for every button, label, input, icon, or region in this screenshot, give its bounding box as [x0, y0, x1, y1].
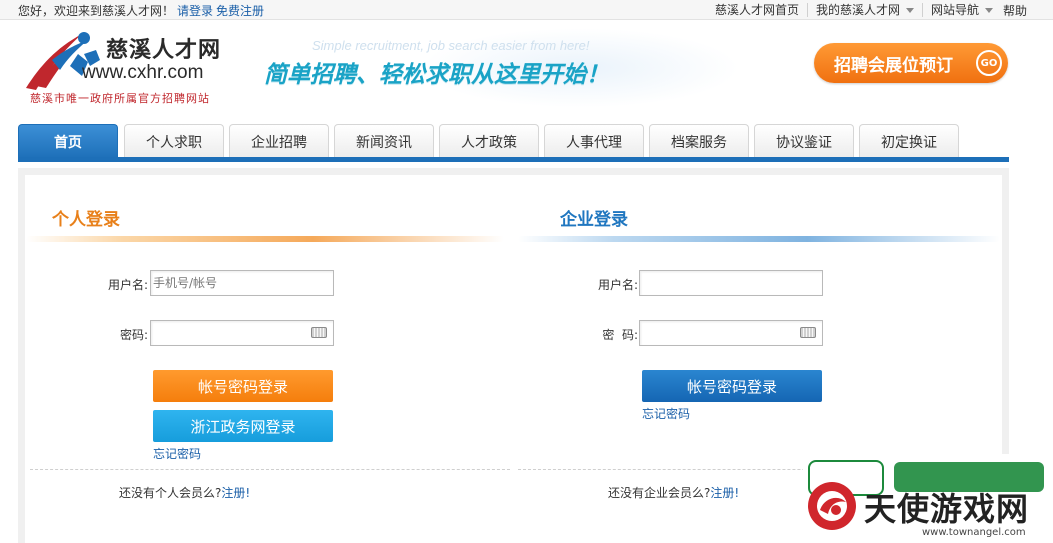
site-nav-menu[interactable]: 网站导航 [921, 3, 1001, 17]
home-link-label: 慈溪人才网首页 [714, 3, 799, 17]
personal-register-text: 还没有个人会员么? [119, 486, 222, 500]
personal-register-link[interactable]: 注册! [221, 486, 250, 500]
company-forgot-password-link[interactable]: 忘记密码 [642, 405, 690, 422]
company-register-link[interactable]: 注册! [710, 486, 739, 500]
my-account-label: 我的慈溪人才网 [815, 3, 900, 17]
personal-login-title: 个人登录 [52, 210, 120, 230]
main-nav: 首页 个人求职 企业招聘 新闻资讯 人才政策 人事代理 档案服务 协议鉴证 初定… [18, 124, 1009, 162]
watermark-logo-icon [808, 482, 856, 530]
nav-underline [18, 157, 1009, 162]
top-bar-links: 慈溪人才网首页 我的慈溪人才网 网站导航 [707, 0, 1001, 20]
personal-divider [30, 469, 510, 470]
watermark-url: www.townangel.com [922, 527, 1026, 538]
banner-english-text: Simple recruitment, job search easier fr… [312, 38, 590, 53]
keyboard-icon[interactable] [311, 327, 327, 338]
personal-password-label: 密码: [119, 328, 148, 342]
zhejiang-gov-login-button[interactable]: 浙江政务网登录 [153, 410, 333, 442]
site-slogan: 慈溪市唯一政府所属官方招聘网站 [30, 92, 210, 105]
company-title-rule [518, 236, 1000, 242]
go-icon: GO [976, 50, 1002, 76]
site-url: www.cxhr.com [82, 62, 204, 83]
banner-chinese-text: 简单招聘、轻松求职从这里开始！ [264, 62, 609, 88]
chevron-down-icon [985, 7, 993, 13]
tab-employer[interactable]: 企业招聘 [229, 124, 329, 158]
company-username-label: 用户名: [597, 278, 638, 292]
personal-password-input[interactable] [150, 320, 334, 346]
company-login-title: 企业登录 [560, 210, 628, 230]
expo-booking-button[interactable]: 招聘会展位预订 GO [814, 43, 1008, 83]
keyboard-icon[interactable] [800, 327, 816, 338]
help-link[interactable]: 帮助 [1003, 2, 1027, 19]
my-account-menu[interactable]: 我的慈溪人才网 [806, 3, 922, 17]
tab-talent-policy[interactable]: 人才政策 [439, 124, 539, 158]
company-password-input[interactable] [639, 320, 823, 346]
company-password-label: 密 码: [602, 328, 638, 342]
company-username-input[interactable] [639, 270, 823, 296]
personal-username-label: 用户名: [107, 278, 148, 292]
personal-login-button[interactable]: 帐号密码登录 [153, 370, 333, 402]
tab-certificate[interactable]: 初定换证 [859, 124, 959, 158]
site-name: 慈溪人才网 [106, 37, 222, 63]
login-link[interactable]: 请登录 [177, 4, 213, 18]
personal-username-input[interactable] [150, 270, 334, 296]
company-register-text: 还没有企业会员么? [608, 486, 711, 500]
tab-home[interactable]: 首页 [18, 124, 118, 159]
tab-agreement[interactable]: 协议鉴证 [754, 124, 854, 158]
tab-news[interactable]: 新闻资讯 [334, 124, 434, 158]
register-link[interactable]: 免费注册 [216, 4, 264, 18]
watermark-text: 天使游戏网 [864, 490, 1030, 528]
top-bar-greeting-group: 您好，欢迎来到慈溪人才网！ 请登录 免费注册 [18, 2, 264, 19]
site-nav-label: 网站导航 [930, 3, 979, 17]
personal-register-prompt: 还没有个人会员么?注册! [119, 484, 250, 501]
home-link[interactable]: 慈溪人才网首页 [707, 3, 807, 17]
company-register-prompt: 还没有企业会员么?注册! [608, 484, 739, 501]
personal-forgot-password-link[interactable]: 忘记密码 [153, 445, 201, 462]
top-bar: 您好，欢迎来到慈溪人才网！ 请登录 免费注册 慈溪人才网首页 我的慈溪人才网 网站导… [0, 0, 1053, 20]
greeting-text: 您好，欢迎来到慈溪人才网！ [18, 4, 175, 18]
company-login-button[interactable]: 帐号密码登录 [642, 370, 822, 402]
tab-archive-service[interactable]: 档案服务 [649, 124, 749, 158]
tab-hr-agency[interactable]: 人事代理 [544, 124, 644, 158]
personal-title-rule [26, 236, 504, 242]
expo-booking-label: 招聘会展位预订 [834, 55, 953, 76]
chevron-down-icon [905, 7, 914, 13]
tab-job-seeker[interactable]: 个人求职 [124, 124, 224, 158]
